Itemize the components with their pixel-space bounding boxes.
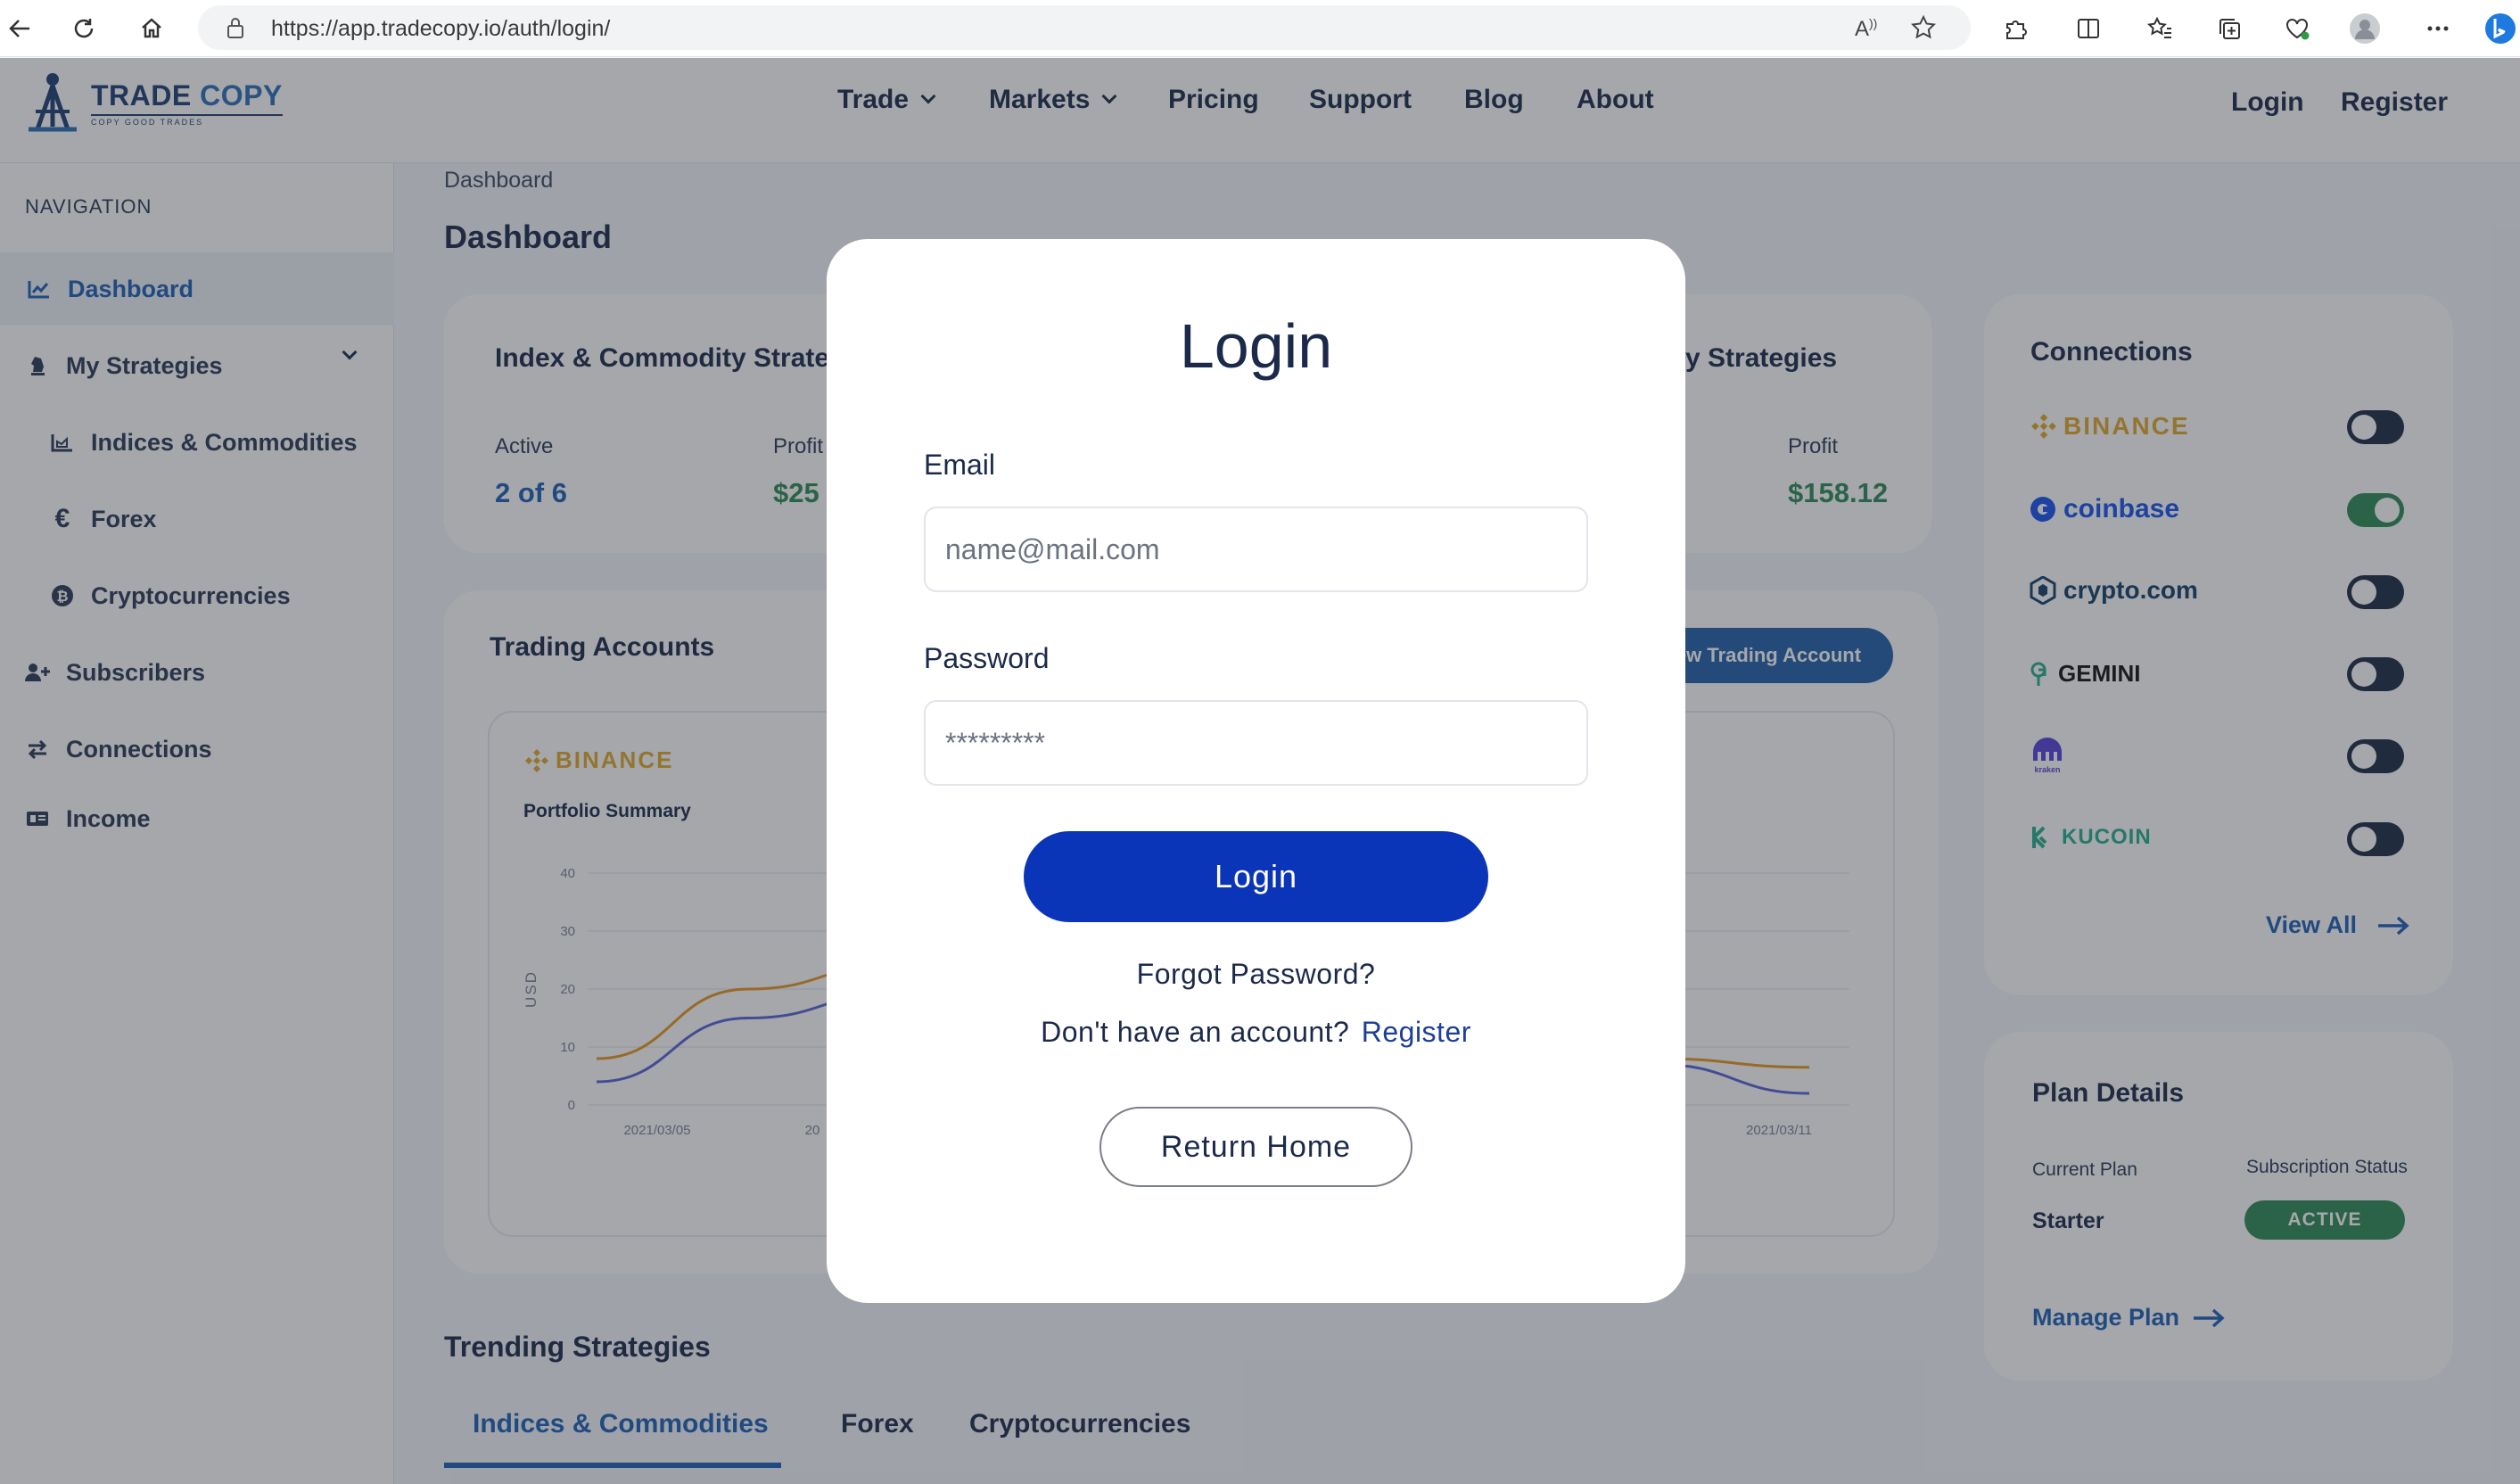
modal-title: Login [1179,311,1333,381]
password-field[interactable] [924,700,1588,786]
extensions-icon[interactable] [1997,11,2033,46]
profile-avatar-icon[interactable] [2347,11,2383,46]
email-label: Email [924,449,996,481]
return-home-button[interactable]: Return Home [1099,1107,1412,1187]
forgot-password-link[interactable]: Forgot Password? [827,958,1685,991]
address-bar[interactable]: https://app.tradecopy.io/auth/login/ A)) [198,5,1971,50]
favorites-icon[interactable] [2142,11,2178,46]
browser-essentials-icon[interactable] [2279,11,2315,46]
url-text[interactable]: https://app.tradecopy.io/auth/login/ [271,16,610,42]
login-modal: Login Email Password Login Forgot Passwo… [827,239,1685,1303]
home-icon[interactable] [132,9,171,48]
browser-toolbar: https://app.tradecopy.io/auth/login/ A)) [0,0,2520,57]
lock-icon[interactable] [225,16,246,44]
more-menu-icon[interactable] [2420,11,2456,46]
reload-icon[interactable] [64,9,103,48]
split-screen-icon[interactable] [2071,11,2106,46]
email-field[interactable] [924,507,1588,592]
collections-icon[interactable] [2211,11,2247,46]
password-label: Password [924,642,1050,674]
register-link[interactable]: Register [1362,1016,1471,1048]
favorite-star-icon[interactable] [1910,14,1937,45]
copilot-icon[interactable] [2481,11,2516,46]
read-aloud-icon[interactable]: A)) [1855,16,1877,42]
register-prompt: Don't have an account? Register [827,1016,1685,1049]
login-submit-button[interactable]: Login [1024,831,1488,922]
no-account-text: Don't have an account? [1041,1016,1350,1048]
back-icon[interactable] [0,9,39,48]
